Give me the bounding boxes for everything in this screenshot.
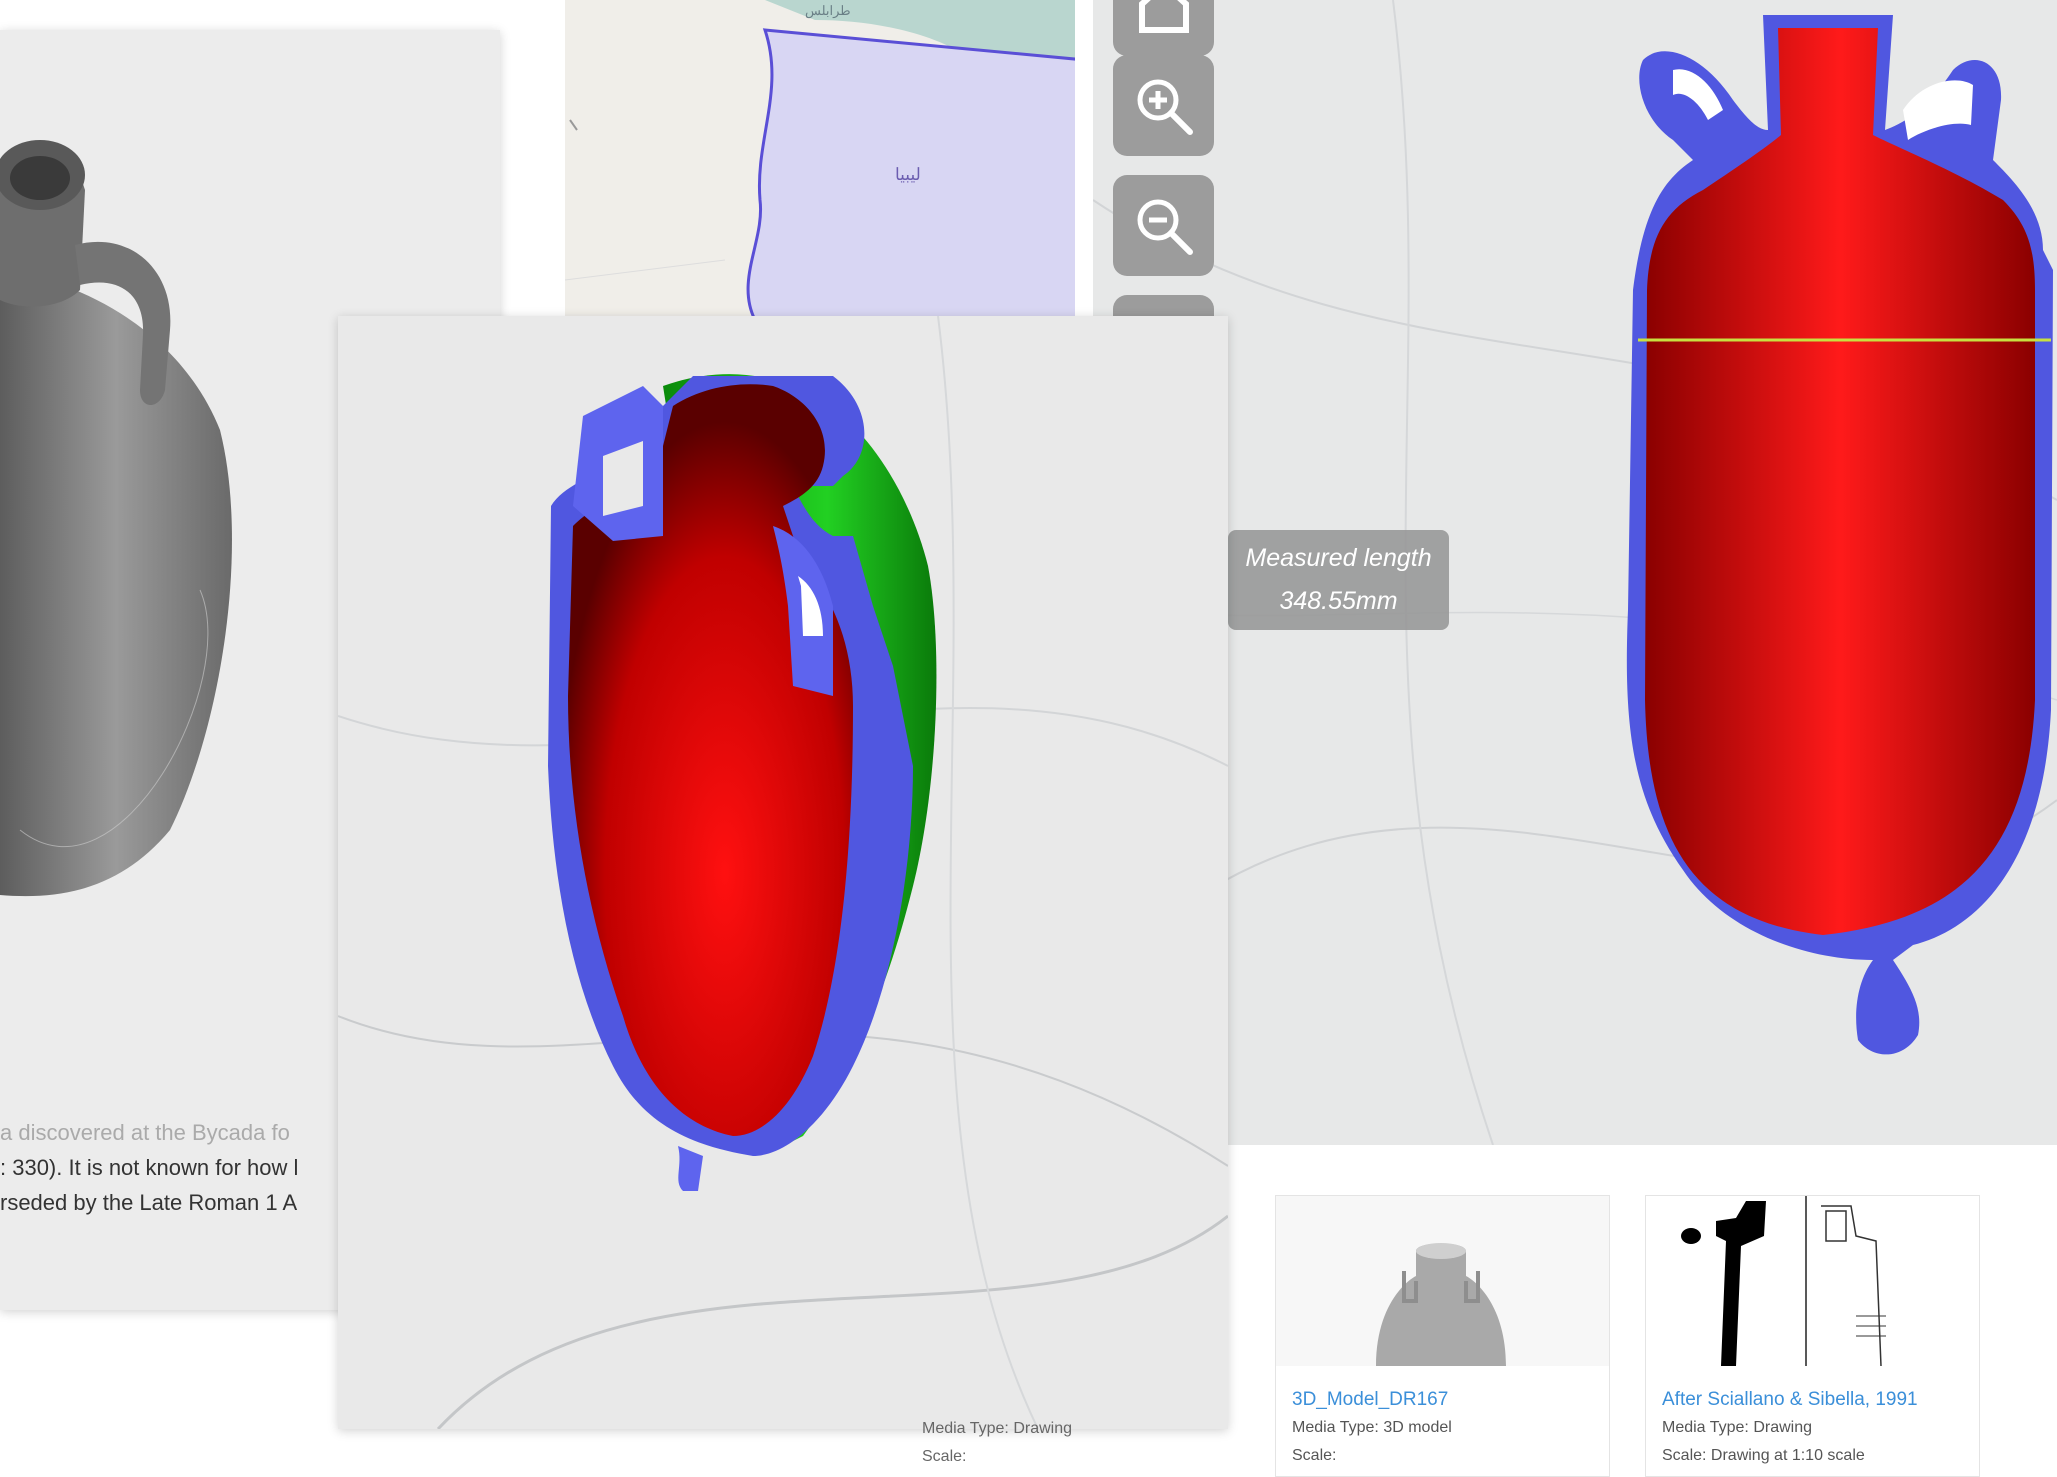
3d-model-thumbnail	[1276, 1196, 1609, 1366]
map-shapes	[565, 0, 1075, 320]
model-viewer-right[interactable]: Measured length 348.55mm	[1093, 0, 2057, 1145]
amphora-section-view[interactable]	[1573, 10, 2053, 1070]
zoom-out-button[interactable]	[1113, 175, 1214, 276]
description-line: : 330). It is not known for how l	[0, 1155, 299, 1180]
zoom-in-button[interactable]	[1113, 55, 1214, 156]
scale-text: Scale:	[1292, 1447, 1337, 1464]
zoom-out-icon	[1137, 199, 1193, 255]
media-card-3d-model[interactable]: 3D_Model_DR167 Media Type: 3D model Scal…	[1275, 1195, 1610, 1477]
media-card-title[interactable]: 3D_Model_DR167	[1292, 1386, 1452, 1414]
home-button[interactable]	[1113, 0, 1214, 56]
measurement-label: Measured length	[1245, 544, 1432, 572]
media-card-title[interactable]: After Sciallano & Sibella, 1991	[1662, 1386, 1918, 1414]
media-card-drawing[interactable]: After Sciallano & Sibella, 1991 Media Ty…	[1645, 1195, 1980, 1477]
scale-text: Scale: Drawing at 1:10 scale	[1662, 1447, 1865, 1464]
measurement-tooltip: Measured length 348.55mm	[1228, 530, 1449, 630]
media-type-text: Media Type: 3D model	[1292, 1419, 1452, 1436]
drawing-thumbnail	[1646, 1196, 1979, 1366]
media-type-text: Media Type: Drawing	[1662, 1419, 1812, 1436]
model-viewer-cutaway[interactable]	[338, 316, 1228, 1429]
scale-text: Scale:	[922, 1448, 967, 1465]
map-city-label: طرابلس	[805, 3, 851, 18]
description-line: a discovered at the Bycada fo	[0, 1120, 290, 1145]
media-type-text: Media Type: Drawing	[922, 1420, 1072, 1437]
measurement-value: 348.55mm	[1279, 587, 1398, 615]
map-panel[interactable]: ليبيا طرابلس	[565, 0, 1075, 320]
map-country-label: ليبيا	[895, 165, 921, 184]
zoom-in-icon	[1137, 79, 1193, 135]
description-line: rseded by the Late Roman 1 A	[0, 1190, 298, 1215]
description-text: a discovered at the Bycada fo : 330). It…	[0, 1115, 380, 1220]
amphora-cutaway-model[interactable]	[533, 366, 953, 1206]
home-icon	[1138, 0, 1189, 33]
